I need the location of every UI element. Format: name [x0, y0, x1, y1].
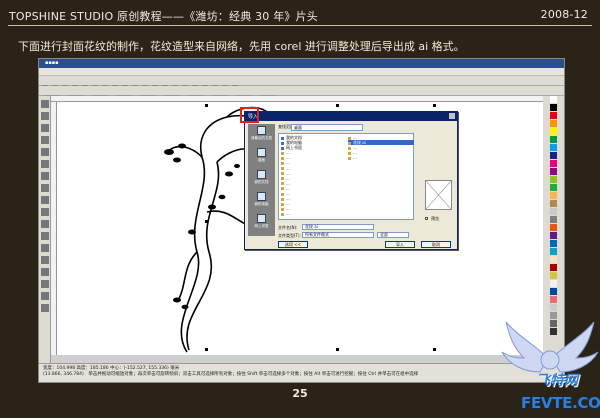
step-description: 下面进行封面花纹的制作，花纹造型来自网络，先用 corel 进行调整处理后导出成…: [18, 40, 465, 53]
palette-swatch[interactable]: [550, 144, 557, 151]
status-line-2: (13.866, 346.784) 单击并拖动可缩放对象；再次单击可旋转倾斜；双…: [43, 372, 419, 377]
my-documents-icon: [257, 170, 266, 179]
menu-bar[interactable]: [39, 68, 564, 83]
selection-handle[interactable]: [433, 104, 436, 107]
watermark-cn: 飞特网: [536, 373, 578, 389]
close-icon[interactable]: [449, 113, 455, 119]
places-item[interactable]: 桌面: [248, 146, 275, 168]
file-list-column-left: 我的文档 我的电脑 网上邻居............................…: [281, 135, 347, 217]
palette-swatch[interactable]: [550, 216, 557, 223]
selection-handle[interactable]: [205, 348, 208, 351]
app-title-mark: ▪▪▪▪: [45, 60, 59, 66]
toolbox[interactable]: [39, 96, 51, 363]
recent-documents-icon: [257, 126, 266, 135]
selection-handle[interactable]: [336, 348, 339, 351]
watermark-en: FEVTE.COM: [521, 394, 600, 412]
palette-swatch[interactable]: [550, 192, 557, 199]
highlight-box: [240, 107, 259, 123]
palette-swatch[interactable]: [550, 160, 557, 167]
filename-input[interactable]: 花纹.ai: [302, 224, 374, 230]
palette-swatch[interactable]: [550, 120, 557, 127]
look-in-select[interactable]: 桌面: [291, 124, 363, 131]
palette-swatch[interactable]: [550, 296, 557, 303]
slide-header: TOPSHINE STUDIO 原创教程——《潍坊：经典 30 年》片头 200…: [0, 0, 600, 34]
property-bar[interactable]: [39, 86, 564, 101]
desktop-icon: [257, 148, 266, 157]
network-places-icon: [257, 214, 266, 223]
palette-swatch[interactable]: [550, 112, 557, 119]
app-titlebar: ▪▪▪▪: [39, 59, 564, 68]
places-item[interactable]: 我最近的文档: [248, 124, 275, 146]
selection-handle[interactable]: [433, 348, 436, 351]
preview-placeholder-icon: [426, 181, 451, 209]
file-list-column-right: ... 花纹.ai.........: [348, 135, 414, 160]
header-divider: [8, 25, 592, 26]
selection-handle[interactable]: [205, 220, 208, 223]
filename-label: 文件名(N):: [278, 225, 298, 230]
preview-label: 预览: [431, 216, 439, 221]
palette-swatch[interactable]: [550, 232, 557, 239]
palette-swatch[interactable]: [550, 200, 557, 207]
palette-swatch[interactable]: [550, 184, 557, 191]
places-item[interactable]: 网上邻居: [248, 212, 275, 234]
file-list-item[interactable]: ...: [348, 155, 414, 160]
preview-checkbox[interactable]: [425, 217, 428, 220]
palette-swatch[interactable]: [550, 240, 557, 247]
filetype-select[interactable]: 所有文件格式: [302, 232, 374, 238]
options-button[interactable]: 选项 <<: [278, 241, 308, 248]
palette-swatch[interactable]: [550, 264, 557, 271]
palette-swatch[interactable]: [550, 224, 557, 231]
places-item[interactable]: 我的电脑: [248, 190, 275, 212]
cancel-button[interactable]: 取消: [421, 241, 451, 248]
selection-handle[interactable]: [205, 104, 208, 107]
palette-swatch[interactable]: [550, 96, 557, 103]
file-list-item[interactable]: ...: [281, 211, 347, 216]
standard-toolbar[interactable]: [39, 76, 564, 91]
slide-title: TOPSHINE STUDIO 原创教程——《潍坊：经典 30 年》片头: [9, 10, 318, 23]
palette-swatch[interactable]: [550, 248, 557, 255]
palette-swatch[interactable]: [550, 288, 557, 295]
sort-select[interactable]: 全部: [377, 232, 409, 238]
selection-handle[interactable]: [336, 104, 339, 107]
slide-date: 2008-12: [540, 8, 588, 21]
my-computer-icon: [257, 192, 266, 201]
palette-swatch[interactable]: [550, 168, 557, 175]
preview-box: [425, 180, 452, 210]
palette-swatch[interactable]: [550, 128, 557, 135]
palette-swatch[interactable]: [550, 104, 557, 111]
palette-swatch[interactable]: [550, 272, 557, 279]
import-dialog: 导入 我最近的文档 桌面 我的文档 我的电脑 网上邻居 查找范围(I): 桌面 …: [244, 111, 458, 250]
palette-swatch[interactable]: [550, 256, 557, 263]
places-item[interactable]: 我的文档: [248, 168, 275, 190]
palette-swatch[interactable]: [550, 208, 557, 215]
palette-swatch[interactable]: [550, 136, 557, 143]
slide-frame: TOPSHINE STUDIO 原创教程——《潍坊：经典 30 年》片头 200…: [0, 0, 600, 418]
import-button[interactable]: 导入: [385, 241, 415, 248]
filetype-label: 文件类型(T):: [278, 233, 301, 238]
import-dialog-titlebar: 导入: [245, 112, 457, 121]
file-list[interactable]: 我的文档 我的电脑 网上邻居............................…: [278, 133, 414, 220]
palette-swatch[interactable]: [550, 280, 557, 287]
palette-swatch[interactable]: [550, 304, 557, 311]
places-bar[interactable]: 我最近的文档 桌面 我的文档 我的电脑 网上邻居: [248, 124, 275, 236]
status-bar: 宽度：104.998 高度：185.186 中心：(-152.527, 155.…: [39, 363, 564, 382]
palette-swatch[interactable]: [550, 176, 557, 183]
palette-swatch[interactable]: [550, 152, 557, 159]
